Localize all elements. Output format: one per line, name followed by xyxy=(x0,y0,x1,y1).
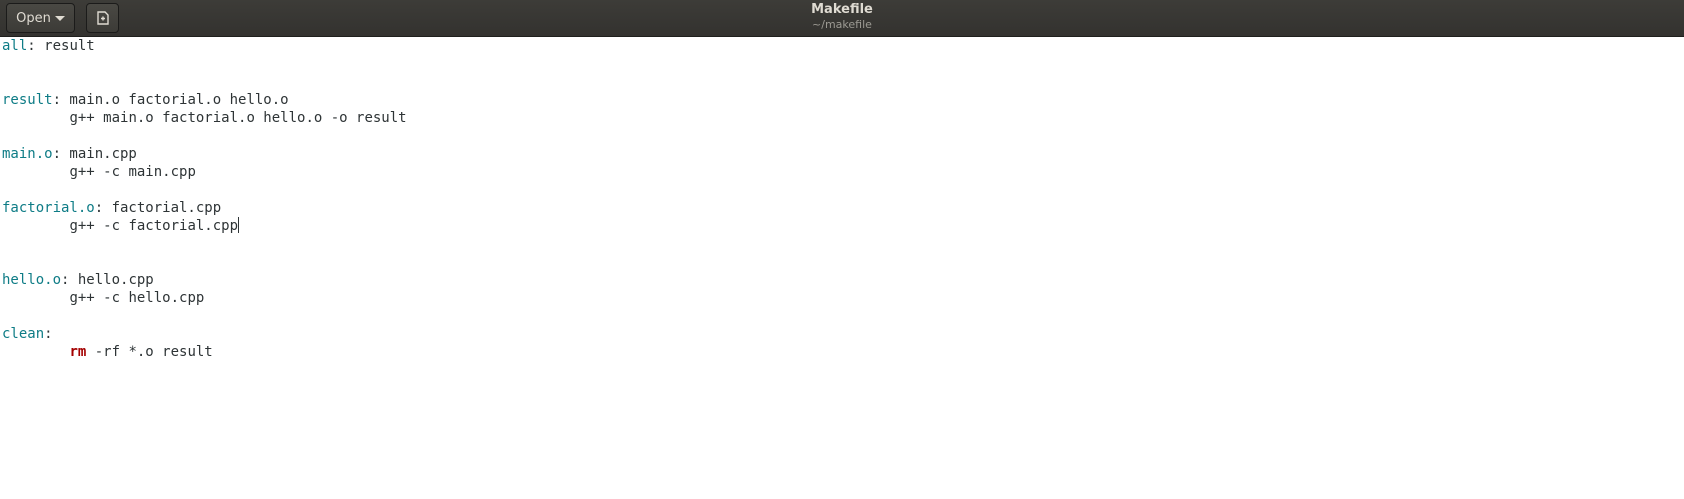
target-dependencies: : xyxy=(44,326,53,342)
make-target: hello.o xyxy=(2,272,62,288)
new-document-icon xyxy=(96,11,109,25)
target-dependencies: : result xyxy=(27,38,95,54)
target-dependencies: : factorial.cpp xyxy=(94,200,222,216)
code-line[interactable]: g++ -c main.cpp xyxy=(2,163,407,181)
code-line[interactable] xyxy=(2,55,407,73)
make-target: main.o xyxy=(2,146,53,162)
code-text: g++ -c factorial.cpp xyxy=(69,218,239,234)
code-text: g++ main.o factorial.o hello.o -o result xyxy=(69,110,407,126)
text-cursor xyxy=(238,217,240,233)
code-text: -rf *.o result xyxy=(86,344,213,360)
target-dependencies: : hello.cpp xyxy=(61,272,154,288)
code-text: g++ -c main.cpp xyxy=(69,164,196,180)
new-document-button[interactable] xyxy=(86,3,119,33)
editor-area[interactable]: all: result result: main.o factorial.o he… xyxy=(0,37,1684,499)
make-target: clean xyxy=(2,326,45,342)
code-line[interactable]: main.o: main.cpp xyxy=(2,145,407,163)
code-line[interactable] xyxy=(2,307,407,325)
header-bar: Open Makefile ~/makefile xyxy=(0,0,1684,37)
window-subtitle: ~/makefile xyxy=(812,18,872,31)
text-editor-window: Open Makefile ~/makefile all: result resu… xyxy=(0,0,1684,499)
chevron-down-icon xyxy=(54,15,65,21)
make-target: all xyxy=(2,38,28,54)
command-keyword: rm xyxy=(69,344,87,360)
code-line[interactable]: clean: xyxy=(2,325,407,343)
open-button[interactable]: Open xyxy=(6,3,75,33)
target-dependencies: : main.cpp xyxy=(52,146,137,162)
code-view[interactable]: all: result result: main.o factorial.o he… xyxy=(2,37,407,361)
code-line[interactable] xyxy=(2,253,407,271)
code-line[interactable] xyxy=(2,235,407,253)
code-line[interactable]: result: main.o factorial.o hello.o xyxy=(2,91,407,109)
make-target: result xyxy=(2,92,53,108)
code-text: g++ -c hello.cpp xyxy=(69,290,205,306)
target-dependencies: : main.o factorial.o hello.o xyxy=(52,92,289,108)
code-line[interactable]: hello.o: hello.cpp xyxy=(2,271,407,289)
code-line[interactable]: g++ -c hello.cpp xyxy=(2,289,407,307)
code-line[interactable]: factorial.o: factorial.cpp xyxy=(2,199,407,217)
open-button-label: Open xyxy=(16,10,51,26)
code-line[interactable]: rm -rf *.o result xyxy=(2,343,407,361)
code-line[interactable] xyxy=(2,127,407,145)
code-line[interactable] xyxy=(2,181,407,199)
code-line[interactable] xyxy=(2,73,407,91)
window-title-area: Makefile ~/makefile xyxy=(0,2,1684,31)
code-line[interactable]: all: result xyxy=(2,37,407,55)
code-line[interactable]: g++ main.o factorial.o hello.o -o result xyxy=(2,109,407,127)
window-title: Makefile xyxy=(811,2,873,17)
make-target: factorial.o xyxy=(2,200,95,216)
code-line[interactable]: g++ -c factorial.cpp xyxy=(2,217,407,235)
